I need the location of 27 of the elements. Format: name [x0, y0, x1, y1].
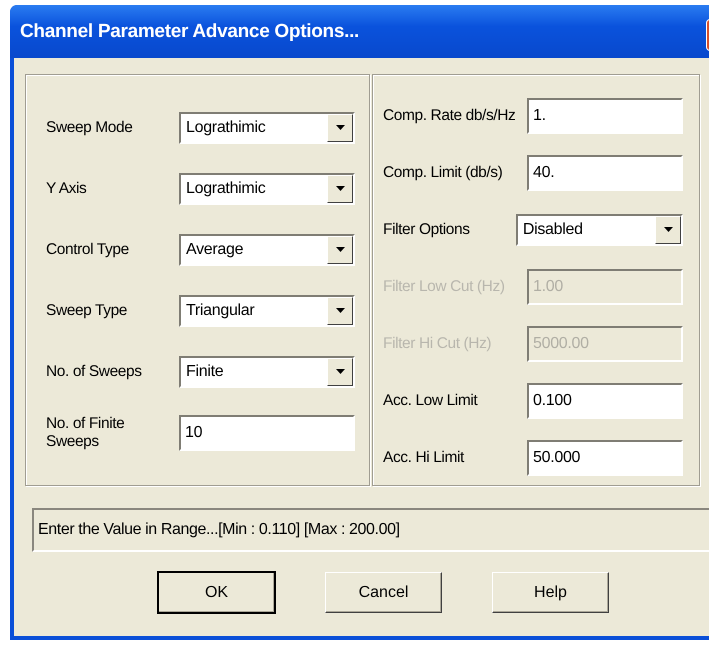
- status-field: Enter the Value in Range...[Min : 0.110] [Max : 200.00]: [32, 508, 709, 552]
- input-field[interactable]: 10: [179, 414, 355, 450]
- dialog-button[interactable]: Cancel: [325, 572, 442, 613]
- input-field[interactable]: 0.100: [527, 382, 683, 418]
- field-label: Sweep Type: [46, 302, 128, 320]
- dropdown[interactable]: Lograthimic: [179, 112, 355, 144]
- field-label: Filter Options: [383, 220, 471, 238]
- dropdown[interactable]: Average: [179, 234, 355, 266]
- field-label: Comp. Rate db/s/Hz: [383, 106, 516, 124]
- window-title: Channel Parameter Advance Options...: [20, 20, 360, 42]
- input-field[interactable]: 50.000: [527, 440, 683, 476]
- field-label: Acc. Low Limit: [383, 392, 478, 410]
- input-field[interactable]: 40.: [527, 154, 683, 190]
- field-label: No. of Sweeps: [46, 362, 143, 380]
- field-label: No. of Finite Sweeps: [46, 414, 126, 450]
- dialog-button[interactable]: OK: [158, 572, 275, 613]
- dropdown[interactable]: Disabled: [516, 214, 683, 246]
- input-field[interactable]: 1.: [527, 98, 683, 134]
- field-label: Sweep Mode: [46, 118, 134, 136]
- dialog-button[interactable]: Help: [492, 572, 609, 613]
- dropdown[interactable]: Finite: [179, 356, 355, 388]
- field-label: Y Axis: [46, 180, 88, 198]
- dropdown[interactable]: Triangular: [179, 294, 355, 326]
- field-label: Comp. Limit (db/s): [383, 164, 504, 182]
- field-label: Acc. Hi Limit: [383, 448, 466, 466]
- field-label: Control Type: [46, 240, 130, 258]
- dropdown[interactable]: Lograthimic: [179, 172, 355, 204]
